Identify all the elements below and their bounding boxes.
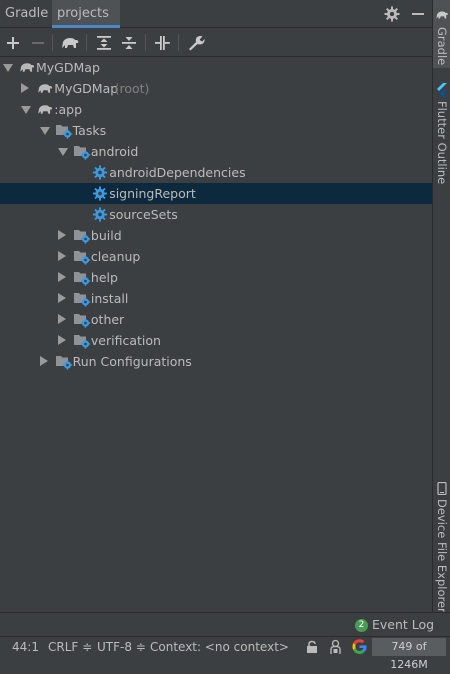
toggle-offline-icon[interactable] (152, 33, 172, 53)
tree-row-label: build (90, 228, 122, 243)
tree-row[interactable]: cleanup (0, 246, 432, 267)
google-icon[interactable] (352, 639, 367, 654)
minimize-icon[interactable] (409, 5, 427, 23)
tab-device-file-explorer[interactable]: Device File Explorer (433, 478, 450, 613)
tree-row-label: Run Configurations (72, 354, 192, 369)
flutter-icon (436, 83, 448, 97)
expand-arrow-right-icon[interactable] (57, 335, 66, 345)
expand-arrow-right-icon[interactable] (57, 251, 66, 261)
tree-row[interactable]: build (0, 225, 432, 246)
tree-row[interactable]: MyGDMap (root) (0, 78, 432, 99)
tree-row-label: signingReport (109, 186, 196, 201)
right-tool-strip: Gradle Flutter Outline Device File Explo… (432, 0, 450, 613)
inspector-icon[interactable] (328, 639, 343, 655)
event-log-bar: 2 Event Log (0, 612, 450, 636)
toolbar-separator (86, 34, 87, 51)
event-count-badge: 2 (355, 619, 368, 632)
event-log-button[interactable]: Event Log (372, 617, 434, 633)
tree-row-label: sourceSets (109, 207, 178, 222)
device-icon (437, 481, 447, 496)
task-gear-icon (91, 206, 109, 223)
expand-arrow-right-icon[interactable] (57, 314, 66, 324)
tree-row-suffix: (root) (114, 81, 150, 96)
expand-arrow-right-icon[interactable] (21, 83, 30, 93)
gradle-side-label: Gradle (435, 27, 449, 66)
task-folder-icon (73, 332, 91, 349)
tree-row[interactable]: signingReport (0, 183, 432, 204)
expand-arrow-down-icon[interactable] (21, 106, 32, 114)
tab-projects[interactable]: projects (52, 0, 120, 28)
encoding-selector[interactable]: UTF-8 ≑ (97, 639, 146, 655)
task-folder-icon (73, 227, 91, 244)
collapse-all-icon[interactable] (119, 33, 139, 53)
tree-row-label: help (90, 270, 118, 285)
expand-arrow-down-icon[interactable] (39, 127, 50, 135)
toolbar-separator (178, 34, 179, 51)
tool-window-header: Gradle projects (0, 0, 432, 28)
tree-row[interactable]: MyGDMap (0, 57, 432, 78)
tree-row-label: :app (54, 102, 83, 117)
gradle-toolbar (0, 28, 432, 57)
status-bar: 44:1 CRLF ≑ UTF-8 ≑ Context: <no context… (0, 636, 450, 671)
task-folder-icon (73, 311, 91, 328)
settings-gear-icon[interactable] (383, 5, 401, 23)
tree-row-label: Tasks (72, 123, 107, 138)
tab-flutter-outline[interactable]: Flutter Outline (433, 80, 450, 184)
tree-row[interactable]: help (0, 267, 432, 288)
tree-row[interactable]: androidDependencies (0, 162, 432, 183)
tree-row[interactable]: other (0, 309, 432, 330)
memory-indicator[interactable]: 749 of 1246M (372, 638, 446, 671)
tree-row-label: cleanup (90, 249, 141, 264)
task-folder-icon (73, 248, 91, 265)
tree-row-label: android (90, 144, 139, 159)
gradle-task-tree: MyGDMap MyGDMap (root):app Tasks android andr… (0, 57, 432, 612)
tree-row[interactable]: :app (0, 99, 432, 120)
tree-row[interactable]: android (0, 141, 432, 162)
remove-icon[interactable] (28, 33, 48, 53)
tree-row[interactable]: verification (0, 330, 432, 351)
task-folder-icon (73, 143, 91, 160)
task-folder-icon (73, 269, 91, 286)
task-folder-icon (55, 353, 73, 370)
expand-arrow-right-icon[interactable] (57, 230, 66, 240)
tree-row-label: MyGDMap (36, 60, 100, 75)
tree-row-label: verification (90, 333, 161, 348)
tree-row-label: MyGDMap (54, 81, 119, 96)
line-separator-selector[interactable]: CRLF ≑ (48, 639, 92, 655)
tab-gradle-side[interactable]: Gradle (433, 0, 450, 68)
gradle-elephant-icon (36, 101, 54, 118)
expand-arrow-down-icon[interactable] (3, 64, 13, 72)
tree-row[interactable]: sourceSets (0, 204, 432, 225)
toolbar-separator (52, 34, 53, 51)
task-gear-icon (91, 185, 109, 202)
flutter-outline-label: Flutter Outline (435, 101, 449, 185)
toolbar-separator (145, 34, 146, 51)
tab-gradle[interactable]: Gradle (0, 0, 53, 28)
tree-row[interactable]: Run Configurations (0, 351, 432, 372)
expand-arrow-right-icon[interactable] (57, 293, 66, 303)
expand-all-icon[interactable] (94, 33, 114, 53)
task-gear-icon (91, 164, 109, 181)
tree-row-label: other (90, 312, 125, 327)
wrench-icon[interactable] (186, 33, 206, 53)
caret-position[interactable]: 44:1 (12, 639, 39, 655)
tree-row-label: androidDependencies (109, 165, 246, 180)
tree-row[interactable]: Tasks (0, 120, 432, 141)
expand-arrow-down-icon[interactable] (57, 148, 68, 156)
device-file-explorer-label: Device File Explorer (435, 499, 449, 613)
context-indicator[interactable]: Context: <no context> (150, 639, 289, 655)
gradle-elephant-icon (18, 59, 36, 76)
tree-row[interactable]: install (0, 288, 432, 309)
task-folder-icon (73, 290, 91, 307)
expand-arrow-right-icon[interactable] (57, 272, 66, 282)
gradle-elephant-icon (36, 80, 54, 97)
lock-icon[interactable] (305, 640, 319, 654)
add-icon[interactable] (3, 33, 23, 53)
task-folder-icon (55, 122, 73, 139)
gradle-elephant-icon (435, 8, 449, 22)
tree-row-label: install (90, 291, 129, 306)
expand-arrow-right-icon[interactable] (39, 356, 48, 366)
gradle-elephant-icon[interactable] (60, 33, 80, 53)
